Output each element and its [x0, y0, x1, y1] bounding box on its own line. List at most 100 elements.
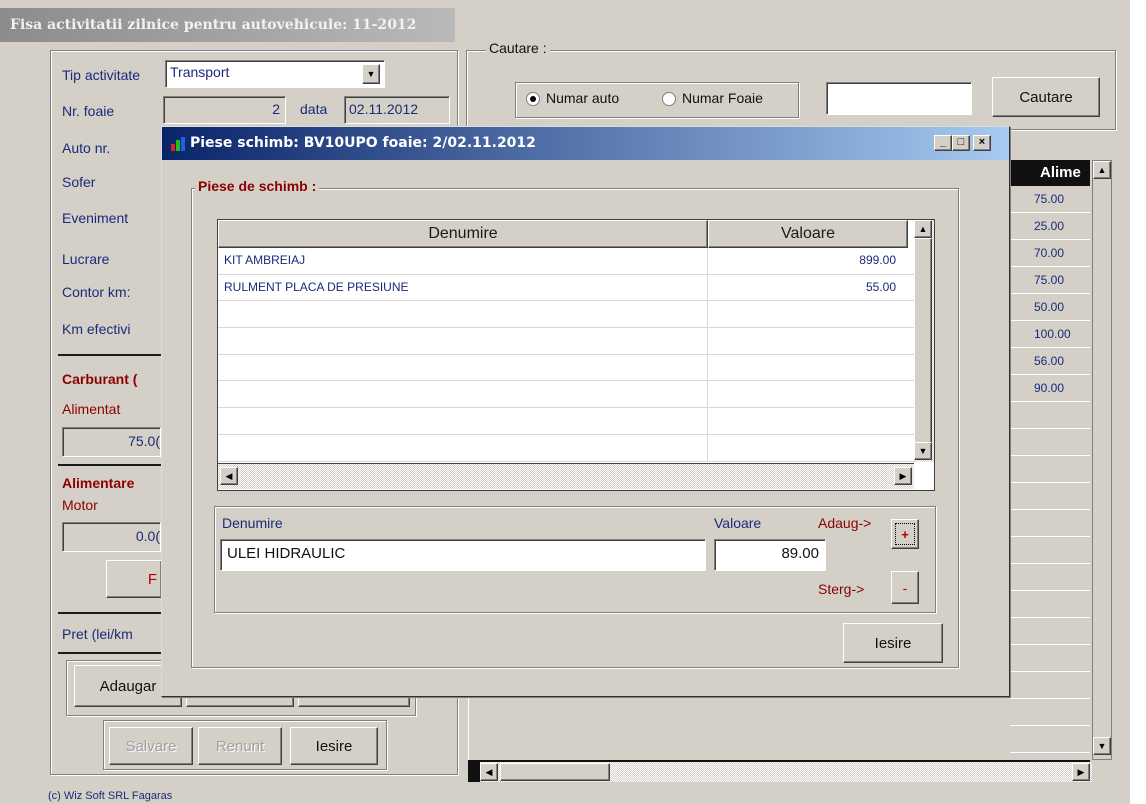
grid-vertical-scrollbar[interactable]: ▲ ▼	[1092, 160, 1112, 760]
grid-cell-alimentat: 75.00	[1034, 273, 1065, 287]
separator	[58, 464, 162, 466]
cell-denumire: RULMENT PLACA DE PRESIUNE	[218, 274, 708, 301]
sterg-button[interactable]: -	[891, 571, 919, 604]
app-icon	[170, 136, 186, 152]
renunt-button[interactable]: Renunt	[198, 727, 282, 765]
data-field[interactable]: 02.11.2012	[344, 96, 450, 124]
tip-activitate-select[interactable]: Transport	[165, 60, 385, 88]
cell-valoare	[708, 381, 908, 407]
iesire-main-button[interactable]: Iesire	[290, 727, 378, 765]
eveniment-label: Eveniment	[62, 210, 129, 226]
chevron-down-icon[interactable]: ▼	[362, 64, 380, 84]
scroll-right-icon[interactable]: ▶	[1072, 763, 1090, 781]
grid-row[interactable]	[1010, 483, 1090, 510]
piese-schimb-dialog: Piese schimb: BV10UPO foaie: 2/02.11.201…	[161, 126, 1010, 697]
grid-cell-alimentat: 25.00	[1034, 219, 1065, 233]
scroll-up-icon[interactable]: ▲	[1093, 161, 1111, 179]
grid-row[interactable]	[1010, 429, 1090, 456]
valoare-input[interactable]: 89.00	[714, 539, 826, 571]
salvare-button[interactable]: Salvare	[109, 727, 193, 765]
scroll-right-icon[interactable]: ▶	[894, 467, 912, 485]
adaug-button[interactable]: +	[891, 519, 919, 549]
grid-row[interactable]: 100.00	[1010, 321, 1090, 348]
cell-denumire	[218, 381, 708, 408]
grid-header-prev	[1008, 160, 1038, 186]
table-row[interactable]: KIT AMBREIAJ 899.00	[218, 248, 914, 275]
grid-horizontal-scrollbar[interactable]: ◀ ▶	[480, 762, 1092, 782]
grid-header-alimentat: Alime	[1036, 160, 1090, 186]
pret-label: Pret (lei/km	[62, 626, 133, 642]
close-icon[interactable]: ×	[973, 135, 991, 151]
col-header-denumire[interactable]: Denumire	[218, 220, 708, 248]
motor-field[interactable]: 0.0(	[62, 522, 161, 552]
grid-row[interactable]	[1010, 645, 1090, 672]
title-bar-fill	[455, 8, 1130, 42]
cell-valoare	[708, 355, 908, 381]
separator	[58, 612, 162, 614]
grid-row[interactable]: 25.00	[1010, 213, 1090, 240]
cell-denumire	[218, 301, 708, 328]
main-window-title: Fisa activitatii zilnice pentru autovehi…	[0, 8, 455, 42]
grid-row[interactable]: 75.00	[1010, 267, 1090, 294]
sterg-label: Sterg->	[818, 581, 865, 597]
cell-denumire	[218, 328, 708, 354]
iesire-dialog-button[interactable]: Iesire	[843, 623, 943, 663]
grid-row[interactable]: 75.00	[1010, 186, 1090, 213]
grid-row[interactable]	[1010, 402, 1090, 429]
alimentare-label: Alimentare	[62, 475, 135, 491]
form-valoare-label: Valoare	[714, 515, 762, 531]
cell-denumire	[218, 354, 708, 381]
denumire-input[interactable]: ULEI HIDRAULIC	[220, 539, 706, 571]
cautare-button[interactable]: Cautare	[992, 77, 1100, 117]
tip-activitate-value: Transport	[170, 64, 230, 80]
grid-row[interactable]	[1010, 672, 1090, 699]
scroll-thumb[interactable]	[500, 763, 610, 781]
grid-row[interactable]	[1010, 591, 1090, 618]
scroll-up-icon[interactable]: ▲	[914, 220, 932, 238]
grid-row[interactable]	[1010, 456, 1090, 483]
grid-row[interactable]	[1010, 618, 1090, 645]
radio-numar-foaie[interactable]	[662, 92, 676, 106]
radio-numar-auto[interactable]	[526, 92, 540, 106]
dialog-title: Piese schimb: BV10UPO foaie: 2/02.11.201…	[162, 127, 1009, 160]
col-header-valoare[interactable]: Valoare	[708, 220, 908, 248]
table-horizontal-scrollbar[interactable]: ◀ ▶	[218, 463, 914, 489]
alimentat-field[interactable]: 75.0(	[62, 427, 161, 457]
table-row[interactable]	[218, 354, 914, 382]
grid-row[interactable]: 50.00	[1010, 294, 1090, 321]
table-row[interactable]: RULMENT PLACA DE PRESIUNE 55.00	[218, 274, 914, 302]
separator	[58, 354, 162, 356]
minimize-icon[interactable]: _	[934, 135, 952, 151]
grid-row[interactable]	[1010, 726, 1090, 753]
grid-row[interactable]: 90.00	[1010, 375, 1090, 402]
table-row[interactable]	[218, 408, 914, 435]
grid-row[interactable]: 70.00	[1010, 240, 1090, 267]
scroll-down-icon[interactable]: ▼	[914, 442, 932, 460]
sofer-label: Sofer	[62, 174, 96, 190]
f-button[interactable]: F	[106, 560, 162, 598]
grid-row[interactable]	[1010, 510, 1090, 537]
grid-cell-alimentat: 56.00	[1034, 354, 1065, 368]
scroll-left-icon[interactable]: ◀	[220, 467, 238, 485]
table-row[interactable]	[218, 381, 914, 409]
table-vertical-scrollbar[interactable]: ▲ ▼	[914, 220, 934, 462]
nr-foaie-field[interactable]: 2	[163, 96, 286, 124]
scroll-down-icon[interactable]: ▼	[1093, 737, 1111, 755]
scroll-thumb[interactable]	[914, 238, 932, 444]
table-row[interactable]	[218, 328, 914, 355]
cell-denumire	[218, 408, 708, 434]
grid-row[interactable]: 56.00	[1010, 348, 1090, 375]
maximize-icon[interactable]: □	[952, 135, 970, 151]
grid-row[interactable]	[1010, 537, 1090, 564]
grid-cell-alimentat: 70.00	[1034, 246, 1065, 260]
radio-numar-foaie-label: Numar Foaie	[682, 90, 763, 106]
grid-row[interactable]	[1010, 564, 1090, 591]
grid-rows: 75.00 25.00 70.00 75.00 50.00 100.00 56.00 90.0…	[1010, 186, 1090, 753]
scroll-left-icon[interactable]: ◀	[480, 763, 498, 781]
search-input[interactable]	[826, 82, 972, 115]
grid-row[interactable]	[1010, 699, 1090, 726]
piese-group-label: Piese de schimb :	[195, 178, 320, 194]
table-row[interactable]	[218, 434, 914, 462]
table-row[interactable]	[218, 301, 914, 329]
carburant-label: Carburant (	[62, 371, 138, 387]
